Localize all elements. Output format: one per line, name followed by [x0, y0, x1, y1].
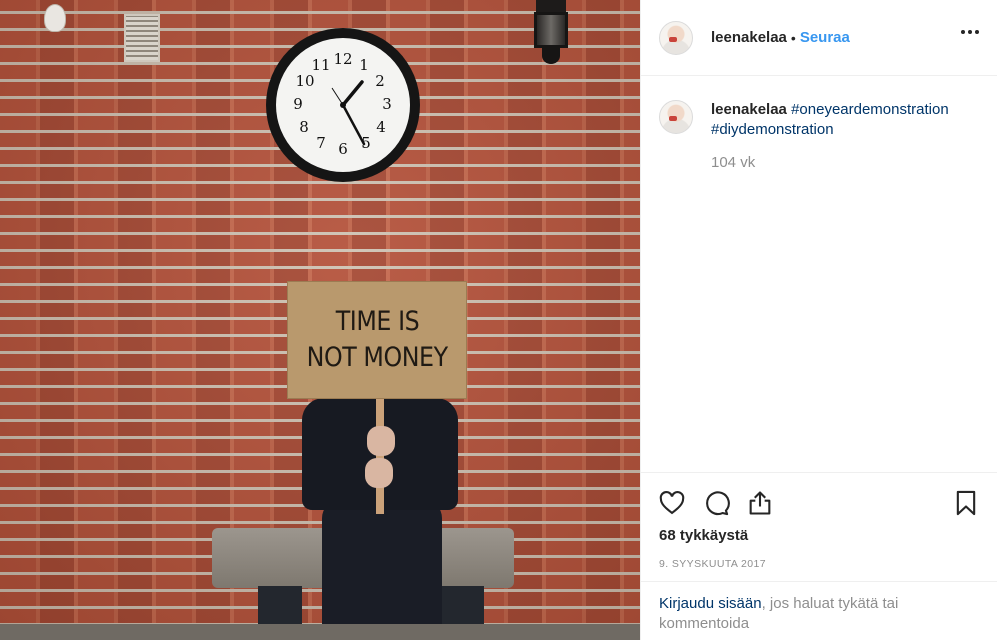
instagram-post: 12 1 2 3 4 5 6 7 8 9 10 11 TIME IS NOT M…	[0, 0, 997, 640]
separator-dot: •	[790, 29, 796, 46]
heart-icon	[659, 490, 685, 514]
svg-text:12: 12	[333, 50, 352, 68]
login-link[interactable]: Kirjaudu sisään	[659, 595, 762, 612]
cardboard-sign: TIME IS NOT MONEY	[287, 281, 467, 399]
wall-vent	[124, 14, 160, 62]
hashtag-link[interactable]: #diydemonstration	[711, 121, 834, 138]
comment-icon	[706, 490, 730, 515]
post-date: 9. SYYSKUUTA 2017	[659, 558, 766, 570]
like-button[interactable]	[657, 488, 687, 518]
caption: leenakelaa #oneyeardemonstration #diydem…	[641, 76, 997, 140]
hashtag-link[interactable]: #oneyeardemonstration	[791, 101, 949, 118]
wall-clock: 12 1 2 3 4 5 6 7 8 9 10 11	[264, 26, 422, 184]
ground	[0, 624, 640, 640]
sign-line-2: NOT MONEY	[306, 342, 448, 373]
follow-button[interactable]: Seuraa	[800, 29, 850, 46]
action-bar	[641, 472, 997, 532]
share-icon	[749, 490, 771, 515]
svg-text:10: 10	[295, 72, 314, 90]
post-photo[interactable]: 12 1 2 3 4 5 6 7 8 9 10 11 TIME IS NOT M…	[0, 0, 640, 640]
save-button[interactable]	[951, 488, 981, 518]
likes-count[interactable]: 68 tykkäystä	[659, 527, 748, 544]
sign-line-1: TIME IS	[335, 306, 419, 337]
header-username[interactable]: leenakelaa	[711, 29, 787, 46]
wall-light	[44, 4, 66, 32]
svg-text:7: 7	[316, 134, 326, 152]
svg-text:11: 11	[311, 56, 330, 74]
svg-text:4: 4	[376, 118, 386, 136]
login-prompt: Kirjaudu sisään, jos haluat tykätä tai k…	[641, 581, 997, 640]
bookmark-icon	[956, 490, 976, 515]
post-side-panel: leenakelaa • Seuraa leenakelaa #oneyeard…	[640, 0, 997, 640]
caption-username[interactable]: leenakelaa	[711, 101, 787, 118]
caption-avatar[interactable]	[659, 100, 693, 134]
svg-text:2: 2	[375, 72, 385, 90]
svg-text:8: 8	[299, 118, 309, 136]
time-ago[interactable]: 104 vk	[711, 154, 997, 171]
avatar[interactable]	[659, 20, 693, 55]
svg-text:1: 1	[359, 56, 369, 74]
wall-lantern	[530, 0, 572, 66]
svg-text:6: 6	[338, 140, 348, 158]
share-button[interactable]	[745, 488, 775, 518]
person-legs	[322, 500, 442, 640]
post-header: leenakelaa • Seuraa	[641, 0, 997, 76]
svg-text:9: 9	[293, 95, 303, 113]
caption-text: leenakelaa #oneyeardemonstration #diydem…	[711, 100, 949, 140]
sign-stick	[376, 398, 384, 514]
svg-text:3: 3	[382, 95, 392, 113]
comment-button[interactable]	[701, 488, 731, 518]
more-options-icon[interactable]	[961, 26, 979, 38]
